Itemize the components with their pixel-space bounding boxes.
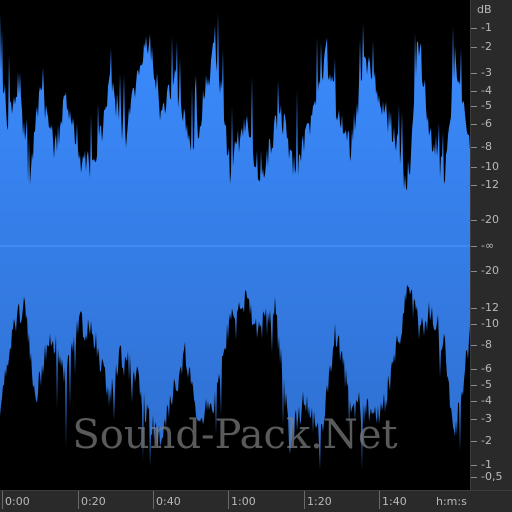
- time-tick: [228, 491, 229, 509]
- db-tick: [471, 47, 477, 48]
- db-tick: [471, 106, 477, 107]
- db-tick: [471, 345, 477, 346]
- db-label: -6: [481, 117, 492, 130]
- db-tick: [471, 324, 477, 325]
- db-label: -5: [481, 99, 492, 112]
- db-label: -4: [481, 394, 492, 407]
- time-label: 1:40: [382, 495, 407, 508]
- db-label: -2: [481, 434, 492, 447]
- db-tick: [471, 369, 477, 370]
- db-tick: [471, 246, 477, 247]
- db-unit-label: dB: [477, 3, 492, 16]
- time-label: 1:00: [231, 495, 256, 508]
- db-label: -12: [481, 178, 499, 191]
- db-tick: [471, 147, 477, 148]
- db-label: -3: [481, 66, 492, 79]
- db-label: -20: [481, 264, 499, 277]
- waveform-graphic[interactable]: [0, 0, 470, 490]
- waveform-shape[interactable]: [0, 12, 470, 470]
- time-ruler[interactable]: h:m:s 0:00 0:20 0:40 1:00 1:20 1:40: [0, 490, 512, 512]
- db-tick: [471, 124, 477, 125]
- db-label: -10: [481, 160, 499, 173]
- db-label: -8: [481, 140, 492, 153]
- time-label: 1:20: [307, 495, 332, 508]
- db-tick: [471, 28, 477, 29]
- db-ruler[interactable]: dB -1 -2 -3 -4 -5 -6 -8 -10 -12 -20 -∞ -20 -12 -10 -8 -…: [470, 0, 512, 490]
- audio-editor-window: Sound-Pack.Net dB -1 -2 -3 -4 -5 -6 -8 -10 -12 -2…: [0, 0, 512, 512]
- db-label: -4: [481, 84, 492, 97]
- db-label: -8: [481, 338, 492, 351]
- db-label: -1: [481, 21, 492, 34]
- time-tick: [153, 491, 154, 509]
- db-tick: [471, 271, 477, 272]
- db-label: -6: [481, 362, 492, 375]
- db-tick: [471, 441, 477, 442]
- time-unit-label: h:m:s: [436, 495, 467, 508]
- time-label: 0:20: [81, 495, 106, 508]
- db-label: -∞: [481, 239, 495, 252]
- db-tick: [471, 185, 477, 186]
- db-label: -5: [481, 378, 492, 391]
- time-label: 0:00: [5, 495, 30, 508]
- time-tick: [304, 491, 305, 509]
- db-tick: [471, 167, 477, 168]
- db-tick: [471, 91, 477, 92]
- time-tick: [78, 491, 79, 509]
- db-label: -0,5: [481, 470, 503, 483]
- db-label: -20: [481, 213, 499, 226]
- db-tick: [471, 419, 477, 420]
- db-label: -10: [481, 317, 499, 330]
- db-tick: [471, 465, 477, 466]
- time-label: 0:40: [156, 495, 181, 508]
- db-tick: [471, 401, 477, 402]
- db-tick: [471, 385, 477, 386]
- db-tick: [471, 308, 477, 309]
- db-tick: [471, 73, 477, 74]
- time-tick: [379, 491, 380, 509]
- db-label: -3: [481, 412, 492, 425]
- waveform-display[interactable]: Sound-Pack.Net: [0, 0, 470, 490]
- db-tick: [471, 477, 477, 478]
- time-tick: [2, 491, 3, 509]
- db-tick: [471, 220, 477, 221]
- db-label: -2: [481, 40, 492, 53]
- db-label: -12: [481, 301, 499, 314]
